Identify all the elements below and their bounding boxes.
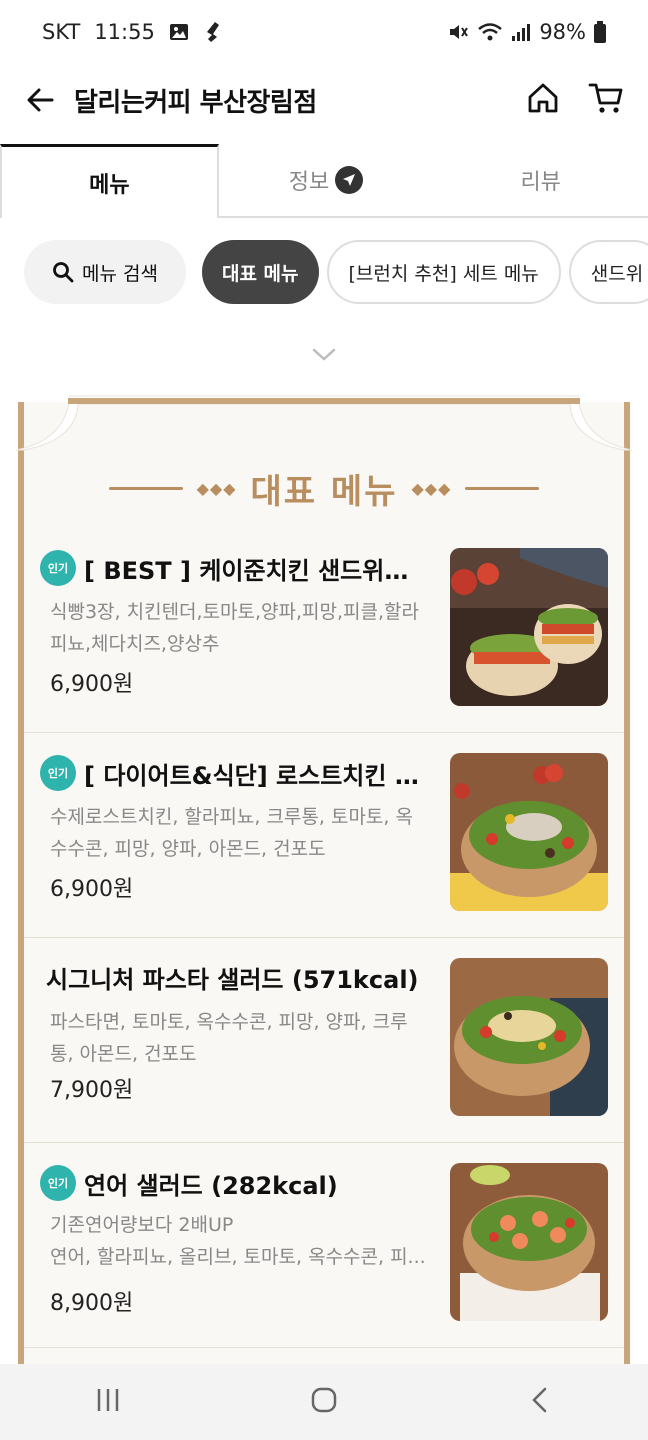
home-circle-icon	[311, 1387, 337, 1413]
menu-item-name: [ 다이어트&식단] 로스트치킨 샐...	[84, 761, 430, 790]
running-app-icon	[203, 21, 223, 43]
cart-icon	[588, 83, 623, 113]
home-nav-button[interactable]	[309, 1385, 339, 1419]
wifi-icon	[477, 21, 503, 43]
system-nav-bar	[0, 1364, 648, 1440]
tab-review-label: 리뷰	[520, 170, 561, 195]
gallery-icon	[169, 22, 189, 42]
menu-search-button[interactable]: 메뉴 검색	[24, 240, 186, 304]
menu-item-roast-chicken-salad[interactable]: 인기 [ 다이어트&식단] 로스트치킨 샐... 수제로스트치킨, 할라피뇨, …	[24, 733, 624, 938]
menu-item-price: 6,900원	[50, 672, 134, 697]
category-chips: 메뉴 검색 대표 메뉴 [브런치 추천] 세트 메뉴 샌드위	[24, 240, 648, 306]
menu-item-price: 7,900원	[50, 1078, 134, 1103]
signature-menu-board: ◆◆◆ 대표 메뉴 ◆◆◆ 인기 [ BEST ] 케이준치킨 샌드위치 (..…	[10, 392, 638, 1372]
heading-rule-right	[465, 487, 540, 490]
menu-item-photo	[450, 958, 608, 1116]
menu-item-name: [ BEST ] 케이준치킨 샌드위치 (...	[84, 556, 430, 585]
menu-item-salmon-salad[interactable]: 인기 연어 샐러드 (282kcal) 기존연어량보다 2배UP 연어, 할라피…	[24, 1143, 624, 1348]
tab-bar: 메뉴 정보 리뷰	[0, 144, 648, 218]
battery-percent: 98%	[539, 20, 586, 44]
clock-text: 11:55	[94, 20, 155, 44]
tab-menu-label: 메뉴	[89, 172, 130, 198]
menu-item-photo	[450, 753, 608, 911]
recent-apps-icon	[97, 1389, 119, 1411]
menu-list: 인기 [ BEST ] 케이준치킨 샌드위치 (... 식빵3장, 치킨텐더,토…	[24, 528, 624, 1348]
tab-menu[interactable]: 메뉴	[0, 144, 219, 218]
recent-apps-button[interactable]	[93, 1385, 123, 1419]
board-heading: ◆◆◆ 대표 메뉴 ◆◆◆	[10, 464, 638, 513]
heading-rule-left	[108, 487, 183, 490]
menu-item-name: 연어 샐러드 (282kcal)	[84, 1171, 338, 1200]
status-bar: SKT 11:55 98%	[0, 0, 648, 64]
search-icon	[53, 262, 74, 283]
arrow-left-icon	[27, 88, 54, 112]
menu-item-photo	[450, 1163, 608, 1321]
tab-info-label: 정보	[288, 170, 330, 195]
popular-badge: 인기	[40, 550, 76, 586]
heading-ornament-right: ◆◆◆	[411, 479, 452, 498]
menu-item-pasta-salad[interactable]: 시그니처 파스타 샐러드 (571kcal) 파스타면, 토마토, 옥수수콘, …	[24, 938, 624, 1143]
popular-badge: 인기	[40, 755, 76, 791]
chip-signature-menu[interactable]: 대표 메뉴	[201, 240, 319, 304]
tab-review[interactable]: 리뷰	[433, 144, 648, 218]
store-title: 달리는커피 부산장림점	[74, 87, 317, 118]
menu-item-photo	[450, 548, 608, 706]
menu-item-description: 파스타면, 토마토, 옥수수콘, 피망, 양파, 크루통, 아몬드, 건포도	[50, 1011, 408, 1065]
menu-item-price: 8,900원	[50, 1291, 134, 1316]
chip-sandwich[interactable]: 샌드위	[568, 240, 648, 304]
tab-info[interactable]: 정보	[218, 144, 434, 218]
back-nav-button[interactable]	[525, 1385, 555, 1419]
app-bar: 달리는커피 부산장림점	[0, 64, 648, 136]
chip-brunch-set[interactable]: [브런치 추천] 세트 메뉴	[326, 240, 561, 304]
battery-icon	[594, 21, 606, 43]
back-button[interactable]	[20, 80, 60, 120]
menu-search-label: 메뉴 검색	[82, 262, 158, 285]
menu-item-description: 식빵3장, 치킨텐더,토마토,양파,피망,피클,할라피뇨,체다치즈,양상추	[50, 601, 420, 655]
home-icon	[528, 83, 558, 113]
carrier-text: SKT	[42, 20, 81, 44]
menu-item-description: 기존연어량보다 2배UP	[50, 1214, 234, 1236]
send-icon	[335, 166, 364, 194]
heading-ornament-left: ◆◆◆	[196, 479, 237, 498]
menu-item-ingredients: 연어, 할라피뇨, 올리브, 토마토, 옥수수콘, 피...	[50, 1246, 426, 1268]
home-button[interactable]	[526, 81, 560, 119]
popular-badge: 인기	[40, 1165, 76, 1201]
menu-item-price: 6,900원	[50, 877, 134, 902]
board-title: 대표 메뉴	[250, 472, 398, 512]
signal-icon	[511, 22, 531, 42]
mute-icon	[447, 21, 469, 43]
menu-item-cajun-sandwich[interactable]: 인기 [ BEST ] 케이준치킨 샌드위치 (... 식빵3장, 치킨텐더,토…	[24, 528, 624, 733]
chevron-down-icon[interactable]	[310, 344, 338, 364]
cart-button[interactable]	[588, 81, 624, 119]
menu-item-name: 시그니처 파스타 샐러드 (571kcal)	[46, 966, 419, 994]
board-frame-top	[15, 395, 633, 451]
menu-item-description: 수제로스트치킨, 할라피뇨, 크루통, 토마토, 옥수수콘, 피망, 양파, 아…	[50, 806, 413, 860]
back-chevron-icon	[532, 1387, 547, 1413]
